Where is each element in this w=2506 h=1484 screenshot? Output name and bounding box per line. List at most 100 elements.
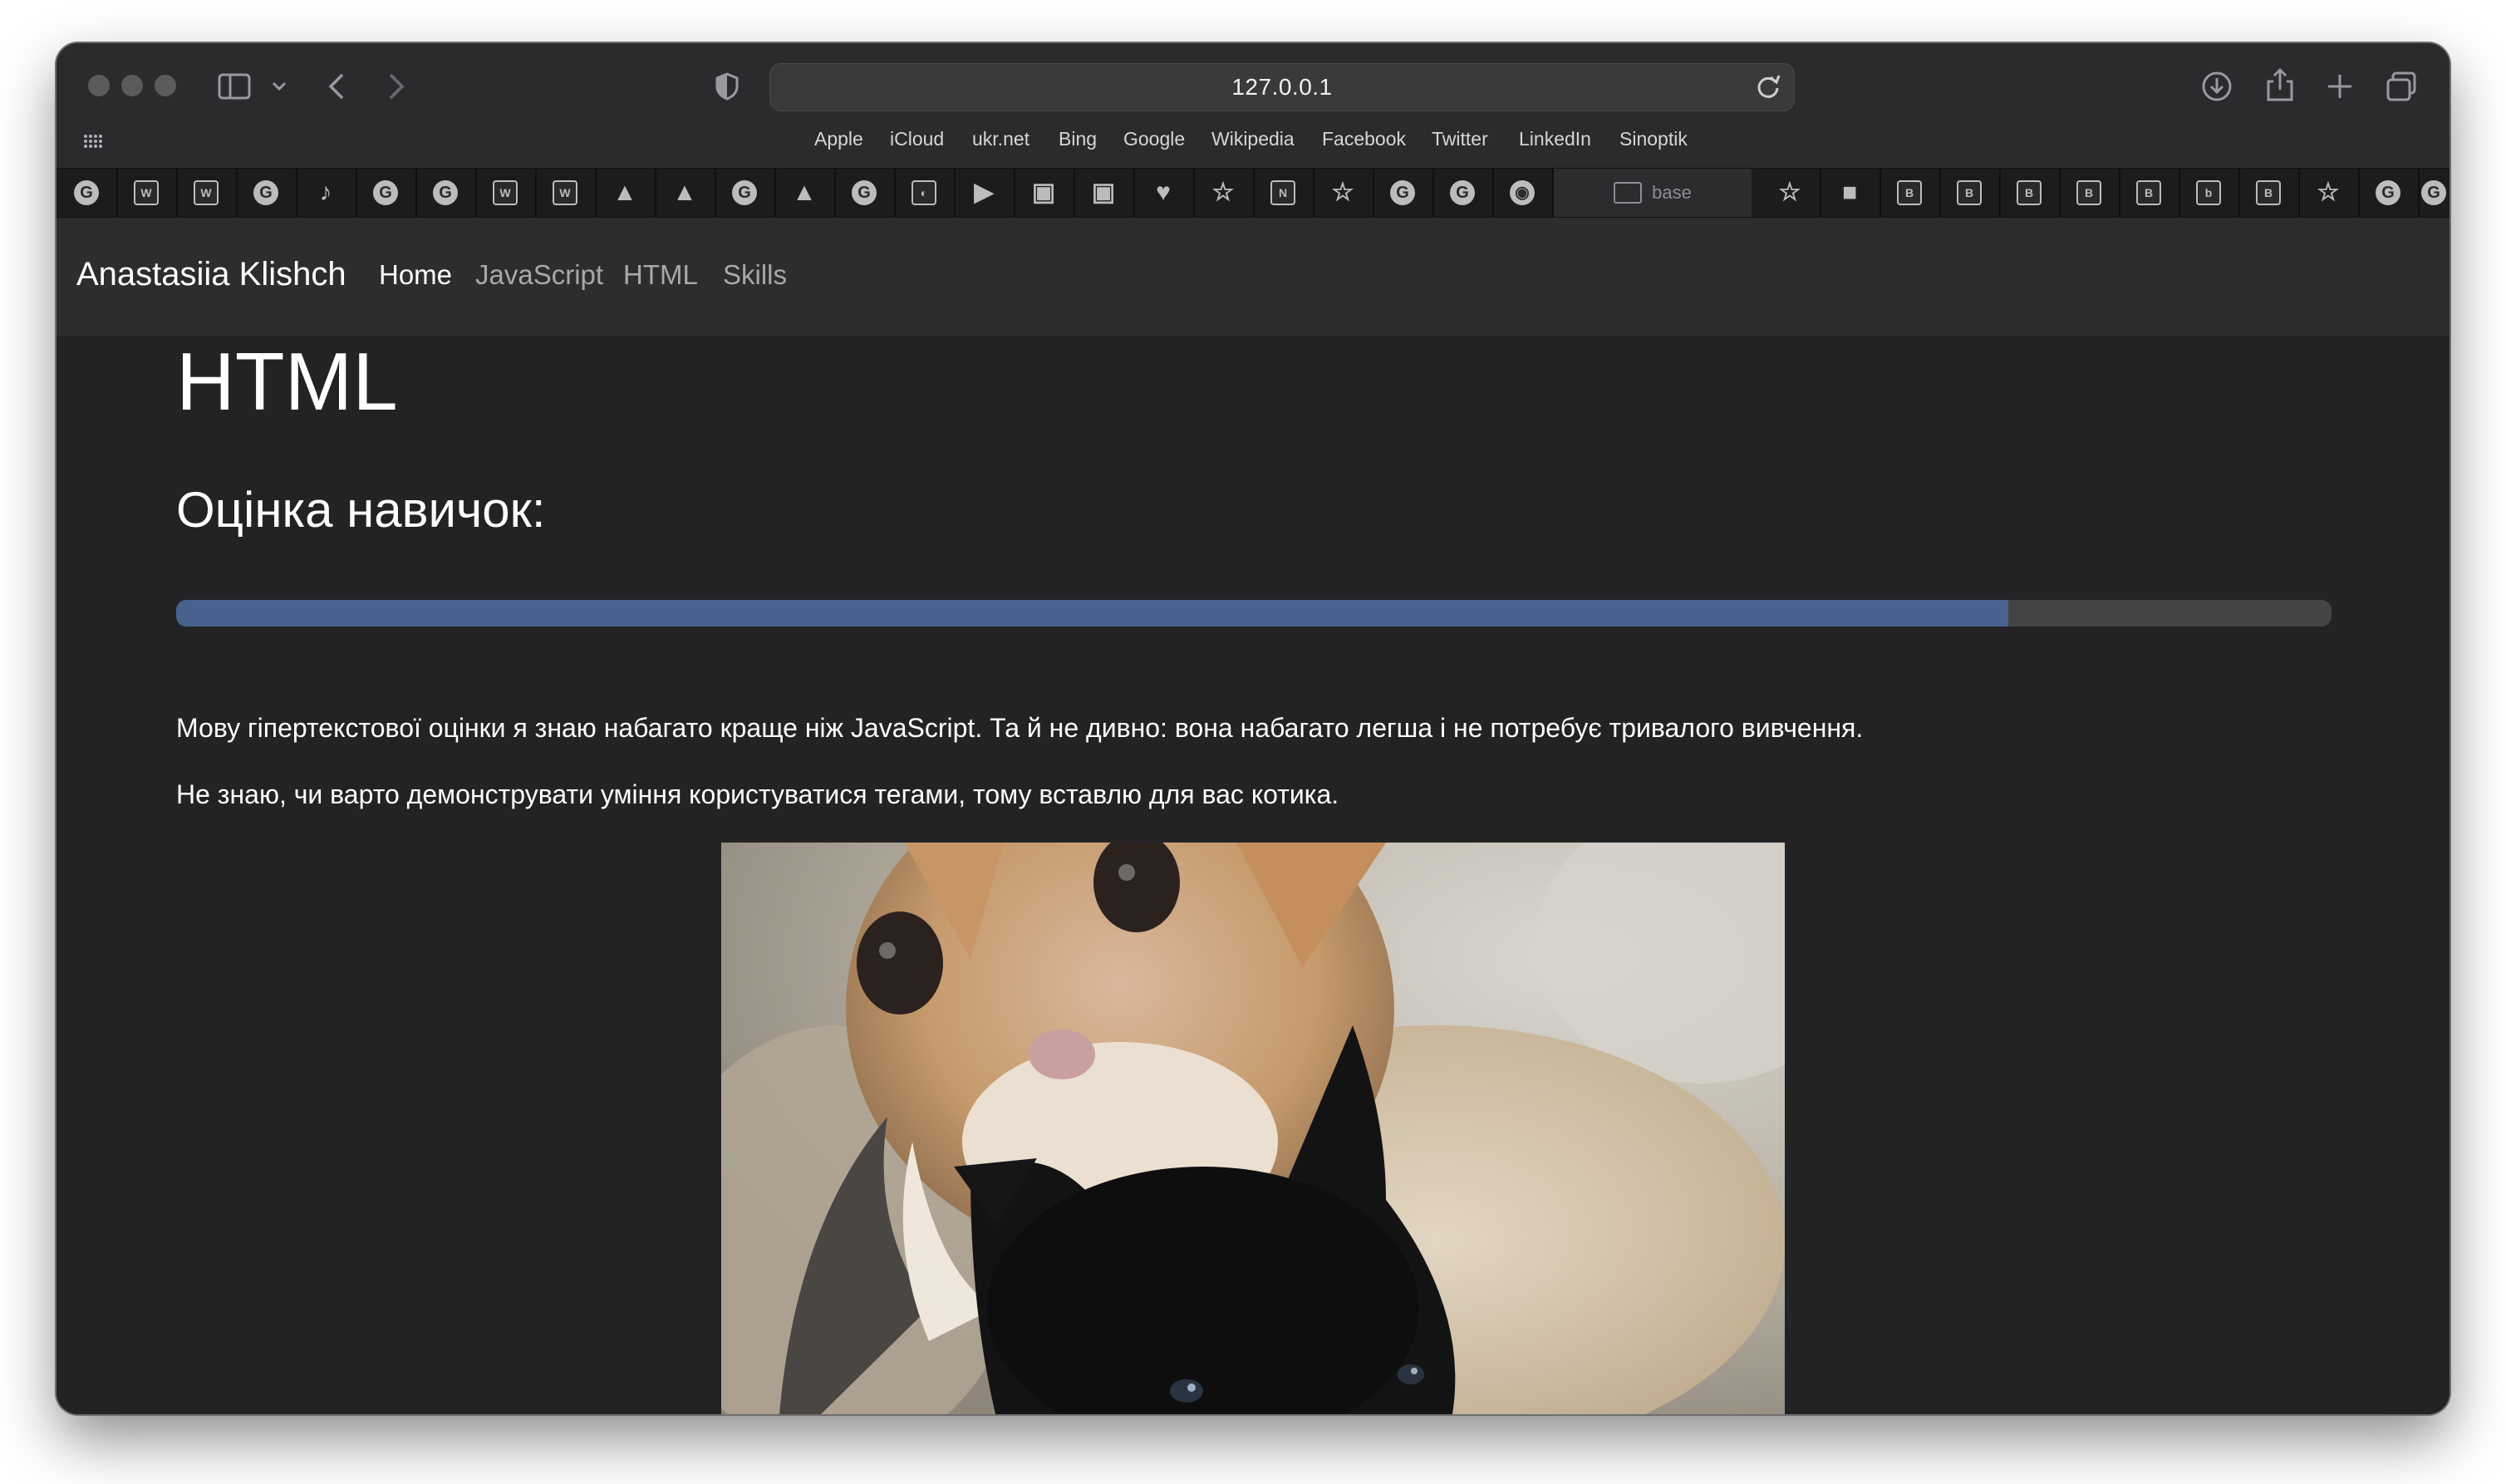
pinned-tab[interactable]: B	[2119, 169, 2180, 217]
nav-skills[interactable]: Skills	[723, 259, 787, 291]
sidebar-toggle-icon[interactable]	[218, 73, 253, 100]
pinned-tab[interactable]: W	[535, 169, 597, 217]
favorite-apple[interactable]: Apple	[814, 128, 863, 150]
pinned-tab[interactable]: B	[2059, 169, 2120, 217]
chevron-down-icon[interactable]	[271, 80, 287, 93]
document-icon: W	[134, 180, 159, 205]
app-icon: ◐	[911, 180, 936, 205]
pinned-tab[interactable]: ☆	[1760, 169, 1821, 217]
pinned-tab[interactable]: ♥	[1133, 169, 1195, 217]
pinned-tab[interactable]: N	[1253, 169, 1314, 217]
minimize-window-button[interactable]	[121, 75, 143, 96]
favorite-icloud[interactable]: iCloud	[890, 128, 944, 150]
bootstrap-icon: B	[2136, 180, 2161, 205]
star-icon: ☆	[2317, 179, 2340, 206]
favorite-wikipedia[interactable]: Wikipedia	[1211, 128, 1295, 150]
favorite-google[interactable]: Google	[1123, 128, 1185, 150]
camera-icon: ■	[1841, 179, 1858, 206]
bootstrap-icon: B	[1957, 180, 1982, 205]
drive-icon: ▲	[612, 179, 637, 206]
page-content: HTML Оцінка навичок: Мову гіпертекстової…	[57, 336, 2449, 1414]
favorite-bing[interactable]: Bing	[1059, 128, 1097, 150]
favorite-twitter[interactable]: Twitter	[1432, 128, 1488, 150]
back-icon[interactable]	[326, 71, 347, 101]
pinned-tab[interactable]: ☆	[1193, 169, 1255, 217]
github-icon: ◉	[1510, 180, 1535, 205]
bootstrap-icon: B	[1897, 180, 1922, 205]
grammarly-icon: G	[2376, 180, 2400, 205]
contact-icon: ▣	[1091, 179, 1116, 206]
favorite-sinoptik[interactable]: Sinoptik	[1619, 128, 1688, 150]
pinned-tab[interactable]: ▣	[1074, 169, 1135, 217]
pinned-tab[interactable]: G	[715, 169, 776, 217]
downloads-icon[interactable]	[2200, 70, 2233, 103]
grammarly-icon: G	[74, 180, 99, 205]
pinned-tab[interactable]: G	[415, 169, 477, 217]
site-brand[interactable]: Anastasiia Klishch	[76, 256, 346, 293]
browser-toolbar: 127.0.0.1 Apple iCloud ukr.net Bing Goog…	[57, 43, 2449, 168]
pinned-tab[interactable]: G	[1373, 169, 1434, 217]
notion-icon: N	[1270, 180, 1295, 205]
tab-base-label: base	[1652, 182, 1692, 203]
document-icon: W	[493, 180, 518, 205]
close-window-button[interactable]	[88, 75, 110, 96]
address-url[interactable]: 127.0.0.1	[770, 74, 1794, 101]
pinned-tab[interactable]: B	[1999, 169, 2061, 217]
tab-overview-icon[interactable]	[2385, 70, 2418, 103]
paragraph-2: Не знаю, чи варто демонструвати уміння к…	[176, 779, 1339, 809]
pinned-tab[interactable]: G	[356, 169, 417, 217]
reload-icon[interactable]	[1754, 72, 1782, 101]
pinned-tab[interactable]: ▲	[655, 169, 716, 217]
favorite-facebook[interactable]: Facebook	[1322, 128, 1406, 150]
pinned-tab[interactable]: G	[236, 169, 297, 217]
tiktok-icon: ♪	[319, 179, 332, 206]
new-tab-icon[interactable]	[2325, 71, 2355, 101]
pinned-tab[interactable]: ▶	[954, 169, 1015, 217]
pinned-tab[interactable]: G	[2418, 169, 2449, 217]
pinned-tab[interactable]: ■	[1820, 169, 1881, 217]
pinned-tab[interactable]: G	[2358, 169, 2420, 217]
pinned-tab[interactable]: ▣	[1014, 169, 1075, 217]
pinned-tab[interactable]: B	[1880, 169, 1941, 217]
address-bar[interactable]: 127.0.0.1	[769, 63, 1795, 111]
pinned-tab[interactable]: ◉	[1492, 169, 1554, 217]
active-tab-base[interactable]: base	[1554, 169, 1752, 217]
pinned-tab[interactable]: G	[57, 169, 118, 217]
browser-window: 127.0.0.1 Apple iCloud ukr.net Bing Goog…	[57, 43, 2449, 1414]
skills-heading: Оцінка навичок:	[176, 482, 546, 538]
bootstrap-icon: B	[2017, 180, 2042, 205]
pinned-tab[interactable]: W	[116, 169, 178, 217]
favorite-linkedin[interactable]: LinkedIn	[1519, 128, 1591, 150]
pinned-tab[interactable]: B	[2238, 169, 2300, 217]
grammarly-icon: G	[1390, 180, 1415, 205]
heart-icon: ♥	[1156, 179, 1171, 206]
pinned-tab[interactable]: ◐	[894, 169, 956, 217]
paragraph-1: Мову гіпертекстової оцінки я знаю набага…	[176, 713, 1864, 743]
grammarly-icon: G	[253, 180, 278, 205]
apps-grid-icon[interactable]	[81, 130, 106, 155]
pinned-tab[interactable]: ☆	[1313, 169, 1374, 217]
grammarly-icon: G	[852, 180, 877, 205]
nav-home[interactable]: Home	[379, 259, 452, 291]
zoom-window-button[interactable]	[155, 75, 176, 96]
bootstrap-icon: B	[2256, 180, 2281, 205]
share-icon[interactable]	[2265, 66, 2295, 103]
pinned-tab[interactable]: G	[834, 169, 896, 217]
nav-javascript[interactable]: JavaScript	[475, 259, 603, 291]
pinned-tab[interactable]: ♪	[296, 169, 357, 217]
nav-html[interactable]: HTML	[623, 259, 698, 291]
video-icon: ▶	[974, 179, 994, 206]
pinned-tab[interactable]: ☆	[2298, 169, 2360, 217]
pinned-tab[interactable]: ▲	[774, 169, 836, 217]
favorite-ukrnet[interactable]: ukr.net	[972, 128, 1029, 150]
pinned-tab[interactable]: B	[1939, 169, 2001, 217]
pinned-tab[interactable]: b	[2179, 169, 2240, 217]
pinned-tab[interactable]: ▲	[595, 169, 656, 217]
pinned-tab[interactable]: W	[176, 169, 238, 217]
pinned-tab[interactable]: G	[1432, 169, 1494, 217]
pinned-tab[interactable]: W	[475, 169, 537, 217]
drive-icon: ▲	[672, 179, 697, 206]
privacy-shield-icon[interactable]	[715, 71, 740, 101]
skill-progress-bar	[176, 600, 2332, 627]
forward-icon[interactable]	[386, 71, 407, 101]
